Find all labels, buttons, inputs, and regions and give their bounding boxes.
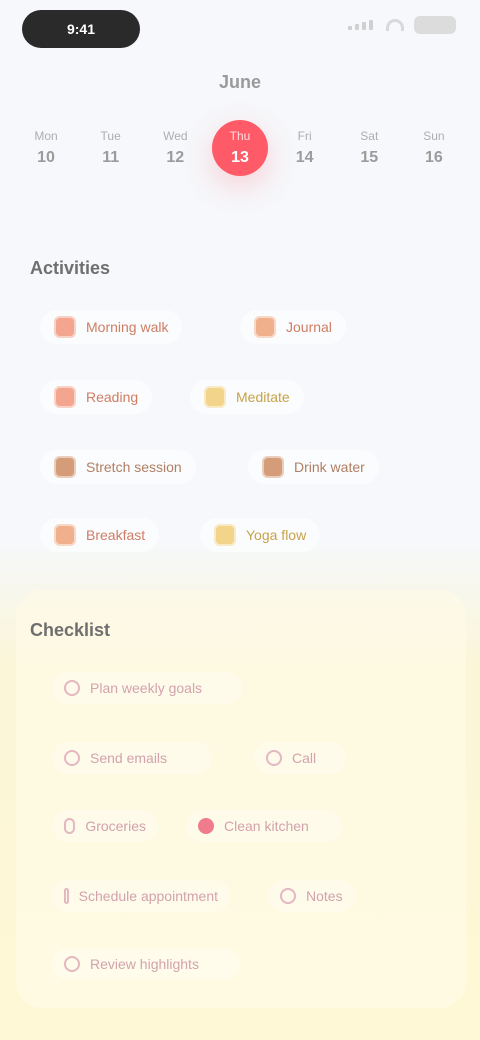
activity-label: Drink water <box>294 459 365 475</box>
checklist-item[interactable]: Schedule appointment <box>52 880 230 912</box>
activity-label: Reading <box>86 389 139 405</box>
day-tue[interactable]: Tue 11 <box>83 120 139 176</box>
checkbox-icon[interactable] <box>64 750 80 766</box>
activity-icon <box>214 524 236 546</box>
activity-label: Morning walk <box>86 319 169 335</box>
signal-icon <box>348 20 376 30</box>
activity-icon <box>254 316 276 338</box>
activity-chip[interactable]: Meditate <box>190 380 304 414</box>
day-sun[interactable]: Sun 16 <box>406 120 462 176</box>
activity-icon <box>54 316 76 338</box>
activity-label: Breakfast <box>86 527 146 543</box>
checklist-title: Checklist <box>30 620 111 640</box>
day-label: Fri <box>297 129 312 143</box>
day-fri[interactable]: Fri 14 <box>277 120 333 176</box>
day-number: 11 <box>102 149 120 166</box>
checkbox-icon[interactable] <box>198 818 214 834</box>
checklist-item[interactable]: Plan weekly goals <box>52 672 242 704</box>
activity-icon <box>204 386 226 408</box>
wifi-icon <box>386 19 404 31</box>
checkbox-icon[interactable] <box>266 750 282 766</box>
day-label: Wed <box>163 129 188 143</box>
day-number: 16 <box>425 149 443 166</box>
checkbox-icon[interactable] <box>64 818 76 834</box>
checklist-card <box>16 590 466 1008</box>
checklist-item[interactable]: Call <box>254 742 346 774</box>
activity-label: Yoga flow <box>246 527 307 543</box>
day-wed[interactable]: Wed 12 <box>147 120 203 176</box>
activity-chip[interactable]: Morning walk <box>40 310 183 344</box>
day-label: Sun <box>423 129 445 143</box>
activity-label: Journal <box>286 319 332 335</box>
week-strip: Mon 10 Tue 11 Wed 12 Thu 13 Fri 14 Sat 1… <box>18 120 462 176</box>
activity-icon <box>262 456 284 478</box>
checklist-label: Call <box>292 750 317 766</box>
checklist-label: Plan weekly goals <box>90 680 203 696</box>
month-title: June <box>218 72 261 92</box>
activity-icon <box>54 524 76 546</box>
day-thu-selected[interactable]: Thu 13 <box>211 120 268 176</box>
day-label: Sat <box>360 129 379 143</box>
activities-title: Activities <box>30 258 111 278</box>
checkbox-icon[interactable] <box>64 680 80 696</box>
activity-chip[interactable]: Stretch session <box>40 450 196 484</box>
activity-chip[interactable]: Drink water <box>248 450 379 484</box>
status-icons <box>348 16 456 34</box>
checklist-label: Send emails <box>90 750 168 766</box>
activity-icon <box>54 456 76 478</box>
checklist-item[interactable]: Review highlights <box>52 948 240 980</box>
activity-chip[interactable]: Yoga flow <box>200 518 321 552</box>
day-number: 12 <box>166 149 185 166</box>
checklist-label: Notes <box>306 888 343 904</box>
status-time: 9:41 <box>66 21 96 37</box>
day-sat[interactable]: Sat 15 <box>341 120 397 176</box>
checklist-item[interactable]: Notes <box>268 880 356 912</box>
activity-chip[interactable]: Breakfast <box>40 518 160 552</box>
checklist-item[interactable]: Send emails <box>52 742 212 774</box>
checklist-item[interactable]: Clean kitchen <box>186 810 342 842</box>
checklist-label: Groceries <box>85 818 146 834</box>
checklist-item[interactable]: Groceries <box>52 810 158 842</box>
day-label: Mon <box>34 129 58 143</box>
activity-chip[interactable]: Reading <box>40 380 153 414</box>
checklist-label: Clean kitchen <box>224 818 309 834</box>
checkbox-icon[interactable] <box>280 888 296 904</box>
day-number: 15 <box>360 149 379 166</box>
day-mon[interactable]: Mon 10 <box>18 120 74 176</box>
activity-chip[interactable]: Journal <box>240 310 346 344</box>
checkbox-icon[interactable] <box>64 888 69 904</box>
checklist-label: Schedule appointment <box>78 888 218 904</box>
activity-label: Meditate <box>236 389 290 405</box>
battery-icon <box>414 16 456 34</box>
activity-icon <box>54 386 76 408</box>
activity-label: Stretch session <box>86 459 182 475</box>
checkbox-icon[interactable] <box>64 956 80 972</box>
day-number: 10 <box>37 149 55 166</box>
day-label: Thu <box>229 129 251 143</box>
status-time-pill: 9:41 <box>22 10 140 48</box>
day-number: 13 <box>231 149 249 166</box>
day-label: Tue <box>100 129 121 143</box>
checklist-label: Review highlights <box>90 956 199 972</box>
day-number: 14 <box>295 149 314 166</box>
